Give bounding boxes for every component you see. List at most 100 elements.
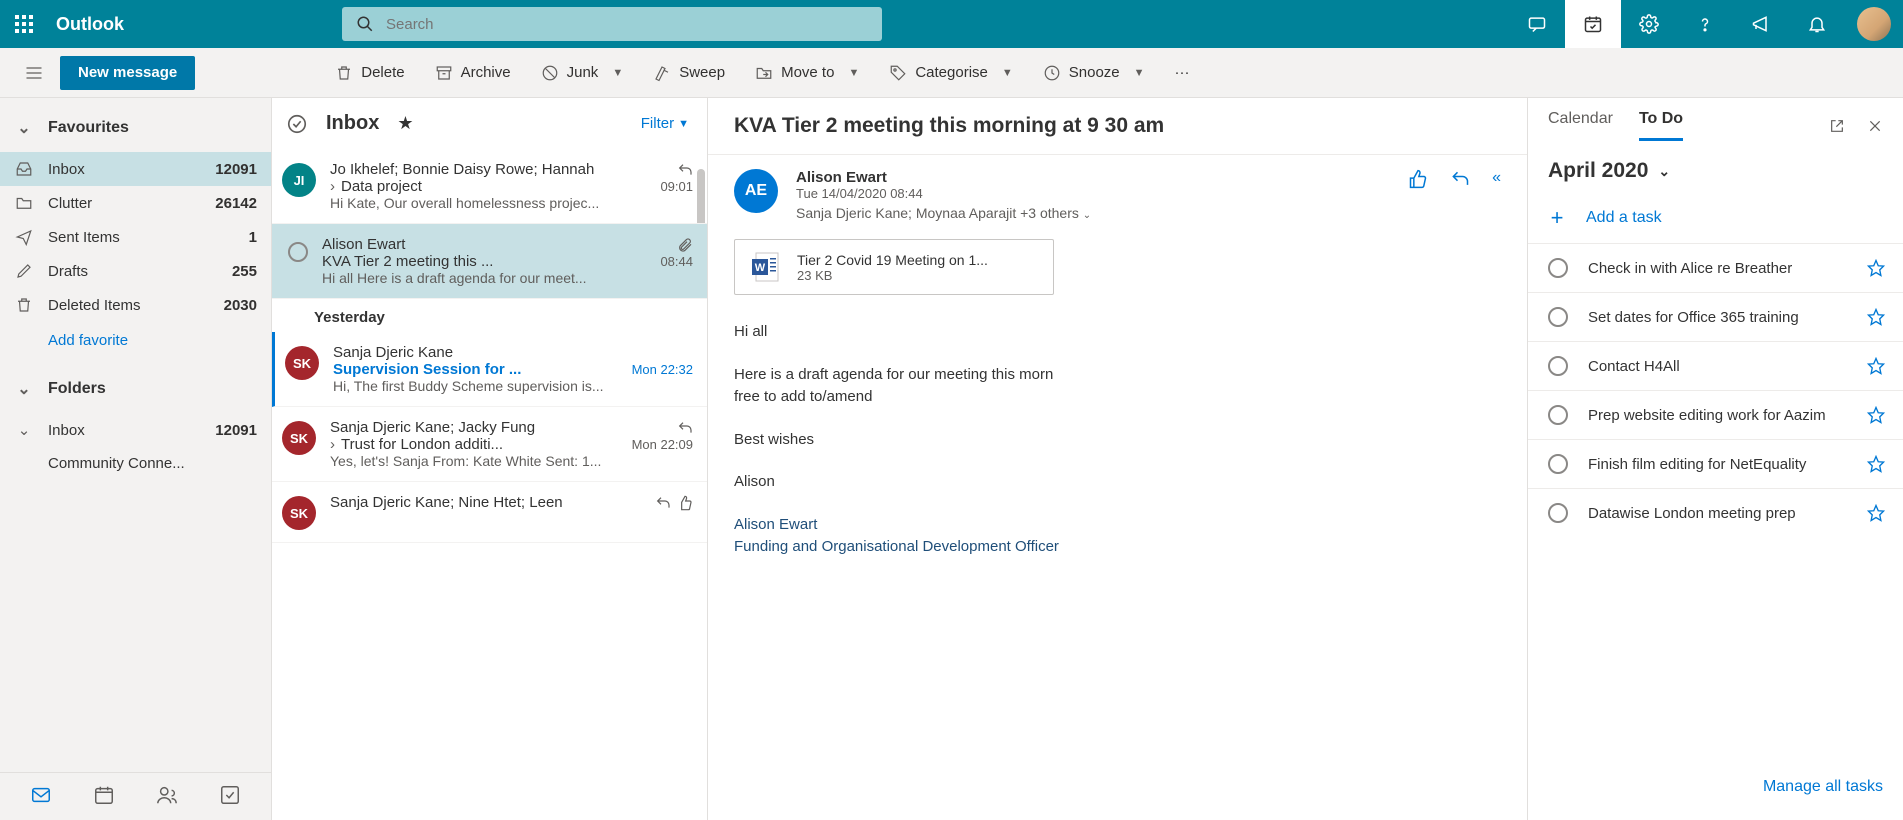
like-button[interactable]: [1408, 169, 1428, 189]
tasks-module-button[interactable]: [219, 784, 241, 809]
calendar-tab[interactable]: Calendar: [1548, 110, 1613, 141]
folder-move-icon: [755, 64, 773, 82]
chat-button[interactable]: [1509, 0, 1565, 48]
help-button[interactable]: [1677, 0, 1733, 48]
notifications-button[interactable]: [1789, 0, 1845, 48]
my-day-button[interactable]: [1565, 0, 1621, 48]
popout-button[interactable]: [1829, 118, 1845, 134]
new-message-button[interactable]: New message: [60, 56, 195, 90]
task-item[interactable]: Datawise London meeting prep: [1528, 488, 1903, 537]
message-subject: KVA Tier 2 meeting this ...: [322, 253, 652, 270]
message-item[interactable]: SKSanja Djeric Kane; Jacky Fung›Trust fo…: [272, 407, 707, 482]
search-icon: [356, 15, 374, 33]
archive-button[interactable]: Archive: [435, 64, 511, 82]
bell-icon: [1807, 14, 1827, 34]
message-subject: Supervision Session for ...: [333, 361, 624, 378]
sender-name: Alison Ewart: [796, 169, 1390, 186]
sender-avatar[interactable]: AE: [734, 169, 778, 213]
reply-icon: [677, 162, 693, 178]
task-item[interactable]: Contact H4All: [1528, 341, 1903, 390]
more-button[interactable]: ···: [1175, 64, 1190, 81]
hamburger-button[interactable]: [14, 63, 54, 83]
nav-item-inbox[interactable]: Inbox12091: [0, 152, 271, 186]
nav-item-inbox-2[interactable]: ⌄Inbox12091: [0, 413, 271, 447]
task-checkbox[interactable]: [1548, 258, 1568, 278]
nav-item-community[interactable]: Community Conne...: [0, 447, 271, 480]
star-outline-icon[interactable]: [1867, 308, 1885, 326]
task-item[interactable]: Set dates for Office 365 training: [1528, 292, 1903, 341]
delete-button[interactable]: Delete: [335, 64, 404, 82]
calendar-icon: [93, 784, 115, 806]
nav-item-clutter[interactable]: Clutter26142: [0, 186, 271, 220]
manage-all-tasks-link[interactable]: Manage all tasks: [1528, 766, 1903, 808]
junk-button[interactable]: Junk▼: [541, 64, 624, 82]
gear-icon: [1639, 14, 1659, 34]
folders-header[interactable]: ⌄Folders: [0, 373, 271, 405]
select-all-icon[interactable]: [286, 113, 308, 135]
megaphone-icon: [1751, 14, 1771, 34]
star-outline-icon[interactable]: [1867, 357, 1885, 375]
message-item[interactable]: SKSanja Djeric KaneSupervision Session f…: [272, 332, 707, 407]
task-checkbox[interactable]: [1548, 307, 1568, 327]
search-input[interactable]: [386, 16, 868, 33]
mail-icon: [30, 784, 52, 806]
nav-item-sent[interactable]: Sent Items1: [0, 220, 271, 254]
search-box[interactable]: [342, 7, 882, 41]
move-to-button[interactable]: Move to▼: [755, 64, 859, 82]
star-outline-icon[interactable]: [1867, 406, 1885, 424]
categorise-button[interactable]: Categorise▼: [889, 64, 1012, 82]
task-checkbox[interactable]: [1548, 356, 1568, 376]
top-bar: Outlook: [0, 0, 1903, 48]
user-avatar[interactable]: [1857, 7, 1891, 41]
task-item[interactable]: Check in with Alice re Breather: [1528, 243, 1903, 292]
nav-item-deleted[interactable]: Deleted Items2030: [0, 288, 271, 322]
nav-item-drafts[interactable]: Drafts255: [0, 254, 271, 288]
task-checkbox[interactable]: [1548, 405, 1568, 425]
chevron-down-icon: ⌄: [1658, 163, 1670, 180]
attachment-size: 23 KB: [797, 268, 988, 283]
reply-all-button[interactable]: «: [1492, 169, 1501, 187]
task-item[interactable]: Prep website editing work for Aazim: [1528, 390, 1903, 439]
trash-icon: [335, 64, 353, 82]
recipients-line[interactable]: Sanja Djeric Kane; Moynaa Aparajit +3 ot…: [796, 205, 1390, 221]
select-circle[interactable]: [288, 242, 308, 262]
todo-tab[interactable]: To Do: [1639, 110, 1683, 141]
star-outline-icon[interactable]: [1867, 259, 1885, 277]
message-item[interactable]: SKSanja Djeric Kane; Nine Htet; Leen: [272, 482, 707, 543]
filter-button[interactable]: Filter▼: [641, 115, 689, 132]
people-module-button[interactable]: [156, 784, 178, 809]
task-checkbox[interactable]: [1548, 454, 1568, 474]
star-icon[interactable]: ★: [397, 113, 413, 134]
favourites-header[interactable]: ⌄Favourites: [0, 112, 271, 144]
message-list-pane: Inbox ★ Filter▼ JIJo Ikhelef; Bonnie Dai…: [272, 98, 708, 820]
todo-month-picker[interactable]: April 2020⌄: [1528, 141, 1903, 193]
snooze-button[interactable]: Snooze▼: [1043, 64, 1145, 82]
sweep-button[interactable]: Sweep: [653, 64, 725, 82]
message-time: 09:01: [660, 179, 693, 194]
calendar-module-button[interactable]: [93, 784, 115, 809]
settings-button[interactable]: [1621, 0, 1677, 48]
add-favorite-link[interactable]: Add favorite: [0, 322, 271, 359]
task-checkbox[interactable]: [1548, 503, 1568, 523]
like-icon: [677, 495, 693, 511]
attachment-card[interactable]: W Tier 2 Covid 19 Meeting on 1... 23 KB: [734, 239, 1054, 295]
app-launcher-button[interactable]: [0, 0, 48, 48]
megaphone-button[interactable]: [1733, 0, 1789, 48]
sender-avatar: SK: [282, 421, 316, 455]
sender-avatar: SK: [282, 496, 316, 530]
attachment-icon: [677, 237, 693, 253]
mail-module-button[interactable]: [30, 784, 52, 809]
message-item[interactable]: Alison EwartKVA Tier 2 meeting this ... 0…: [272, 224, 707, 299]
message-time: 08:44: [660, 254, 693, 269]
chevron-down-icon: ▼: [848, 67, 859, 79]
star-outline-icon[interactable]: [1867, 504, 1885, 522]
task-item[interactable]: Finish film editing for NetEquality: [1528, 439, 1903, 488]
reply-button[interactable]: [1450, 169, 1470, 189]
brand-label: Outlook: [48, 14, 142, 35]
star-outline-icon[interactable]: [1867, 455, 1885, 473]
close-button[interactable]: [1867, 118, 1883, 134]
chevron-down-icon: ▼: [612, 67, 623, 79]
add-task-button[interactable]: +Add a task: [1528, 193, 1903, 243]
message-from: Alison Ewart: [322, 236, 669, 253]
message-item[interactable]: JIJo Ikhelef; Bonnie Daisy Rowe; Hannah›…: [272, 149, 707, 224]
